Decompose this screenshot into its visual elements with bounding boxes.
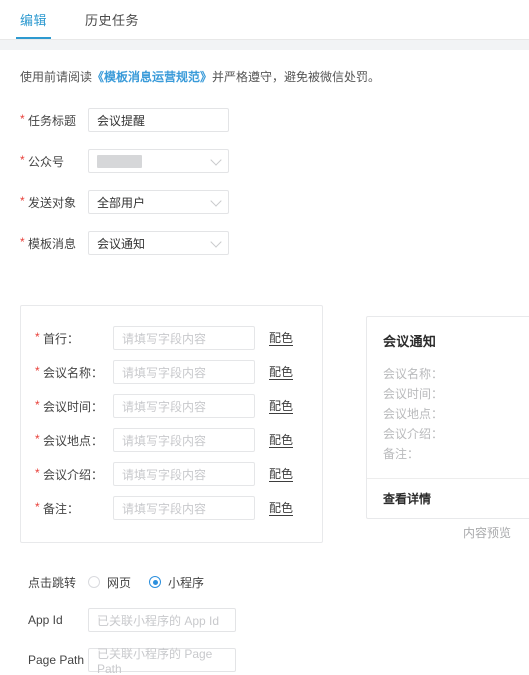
notice-prefix: 使用前请阅读	[20, 70, 93, 84]
send-target-select[interactable]: 全部用户	[88, 190, 229, 214]
field-input-meeting-intro[interactable]: 请填写字段内容	[113, 462, 255, 486]
row-task-title: 任务标题 会议提醒	[0, 108, 529, 132]
message-preview-card: 会议通知 会议名称： 会议时间： 会议地点： 会议介绍： 备注： 查看详情	[366, 316, 529, 519]
field-placeholder: 请填写字段内容	[122, 467, 207, 482]
preview-line-meeting-time: 会议时间：	[383, 387, 444, 401]
field-input-first-line[interactable]: 请填写字段内容	[113, 326, 255, 350]
chevron-down-icon	[210, 154, 222, 166]
row-official-account: 公众号	[0, 149, 529, 173]
color-link-meeting-intro[interactable]: 配色	[269, 467, 294, 482]
radio-icon-webpage	[88, 576, 100, 588]
tab-history-tasks-label: 历史任务	[85, 13, 140, 28]
field-row-meeting-name: 会议名称： 请填写字段内容 配色	[21, 360, 322, 384]
field-input-meeting-name[interactable]: 请填写字段内容	[113, 360, 255, 384]
template-message-select[interactable]: 会议通知	[88, 231, 229, 255]
field-row-first-line: 首行： 请填写字段内容 配色	[21, 326, 322, 350]
preview-line-meeting-intro: 会议介绍：	[383, 427, 444, 441]
field-label-meeting-time: 会议时间：	[35, 398, 113, 415]
field-label-meeting-intro: 会议介绍：	[35, 466, 113, 483]
app-id-input[interactable]: 已关联小程序的 App Id	[88, 608, 236, 632]
app-id-label: App Id	[28, 613, 63, 627]
field-placeholder: 请填写字段内容	[122, 399, 207, 414]
color-link-meeting-name[interactable]: 配色	[269, 365, 294, 380]
tab-content-divider	[0, 40, 529, 50]
page-path-placeholder: 已关联小程序的 Page Path	[97, 646, 213, 675]
form-card: 使用前请阅读《模板消息运营规范》并严格遵守，避免被微信处罚。 任务标题 会议提醒…	[0, 50, 529, 675]
color-link-meeting-time[interactable]: 配色	[269, 399, 294, 414]
field-placeholder: 请填写字段内容	[122, 501, 207, 516]
template-policy-link[interactable]: 《模板消息运营规范》	[92, 70, 212, 84]
radio-option-miniprogram[interactable]: 小程序	[149, 574, 204, 591]
chevron-down-icon	[210, 236, 222, 248]
tab-bar: 编辑 历史任务	[0, 0, 529, 40]
send-target-value: 全部用户	[97, 195, 146, 210]
template-fields-panel: 首行： 请填写字段内容 配色 会议名称： 请填写字段内容 配色 会议时间： 请填…	[20, 305, 323, 543]
row-app-id: App Id 已关联小程序的 App Id	[0, 608, 236, 632]
tab-edit-label: 编辑	[20, 13, 48, 28]
official-account-redacted-value	[97, 154, 142, 168]
preview-line-remark: 备注：	[383, 447, 420, 461]
color-link-first-line[interactable]: 配色	[269, 331, 294, 346]
field-placeholder: 请填写字段内容	[122, 365, 207, 380]
field-input-meeting-place[interactable]: 请填写字段内容	[113, 428, 255, 452]
radio-label-webpage: 网页	[107, 575, 132, 590]
color-link-remark[interactable]: 配色	[269, 501, 294, 516]
page-path-label: Page Path	[28, 653, 85, 667]
official-account-label: 公众号	[20, 153, 88, 170]
official-account-select[interactable]	[88, 149, 229, 173]
notice-suffix: 并严格遵守，避免被微信处罚。	[212, 70, 381, 84]
radio-icon-miniprogram	[149, 576, 162, 588]
radio-option-webpage[interactable]: 网页	[88, 574, 131, 591]
color-link-meeting-place[interactable]: 配色	[269, 433, 294, 448]
field-input-meeting-time[interactable]: 请填写字段内容	[113, 394, 255, 418]
tab-edit[interactable]: 编辑	[15, 0, 52, 39]
chevron-down-icon	[210, 195, 222, 207]
row-template-message: 模板消息 会议通知	[0, 231, 529, 255]
task-title-label: 任务标题	[20, 112, 88, 129]
task-title-input[interactable]: 会议提醒	[88, 108, 229, 132]
row-page-path: Page Path 已关联小程序的 Page Path	[0, 646, 236, 675]
preview-line-meeting-place: 会议地点：	[383, 407, 444, 421]
field-row-meeting-intro: 会议介绍： 请填写字段内容 配色	[21, 462, 322, 486]
field-label-meeting-place: 会议地点：	[35, 432, 113, 449]
jump-target-radio-group: 网页 小程序	[88, 574, 222, 591]
field-row-remark: 备注： 请填写字段内容 配色	[21, 496, 322, 520]
field-label-first-line: 首行：	[35, 330, 113, 347]
jump-target-label: 点击跳转	[28, 575, 77, 590]
usage-notice: 使用前请阅读《模板消息运营规范》并严格遵守，避免被微信处罚。	[0, 50, 529, 86]
send-target-label: 发送对象	[20, 194, 88, 211]
field-label-remark: 备注：	[35, 500, 113, 517]
row-jump-target: 点击跳转 网页 小程序	[0, 570, 222, 594]
field-placeholder: 请填写字段内容	[122, 433, 207, 448]
preview-body: 会议通知 会议名称： 会议时间： 会议地点： 会议介绍： 备注：	[367, 317, 529, 478]
template-message-label: 模板消息	[20, 235, 88, 252]
field-input-remark[interactable]: 请填写字段内容	[113, 496, 255, 520]
preview-title: 会议通知	[383, 334, 437, 349]
task-title-value: 会议提醒	[97, 113, 146, 128]
radio-label-miniprogram: 小程序	[168, 575, 205, 590]
field-label-meeting-name: 会议名称：	[35, 364, 113, 381]
field-placeholder: 请填写字段内容	[122, 331, 207, 346]
template-message-value: 会议通知	[97, 236, 146, 251]
app-id-placeholder: 已关联小程序的 App Id	[97, 613, 220, 628]
page-path-input[interactable]: 已关联小程序的 Page Path	[88, 646, 236, 675]
field-row-meeting-time: 会议时间： 请填写字段内容 配色	[21, 394, 322, 418]
page-root: 编辑 历史任务 使用前请阅读《模板消息运营规范》并严格遵守，避免被微信处罚。 任…	[0, 0, 529, 675]
row-send-target: 发送对象 全部用户	[0, 190, 529, 214]
preview-caption: 内容预览	[462, 526, 511, 540]
tab-history-tasks[interactable]: 历史任务	[83, 0, 141, 39]
field-row-meeting-place: 会议地点： 请填写字段内容 配色	[21, 428, 322, 452]
preview-view-detail[interactable]: 查看详情	[367, 478, 529, 518]
preview-line-meeting-name: 会议名称：	[383, 367, 444, 381]
